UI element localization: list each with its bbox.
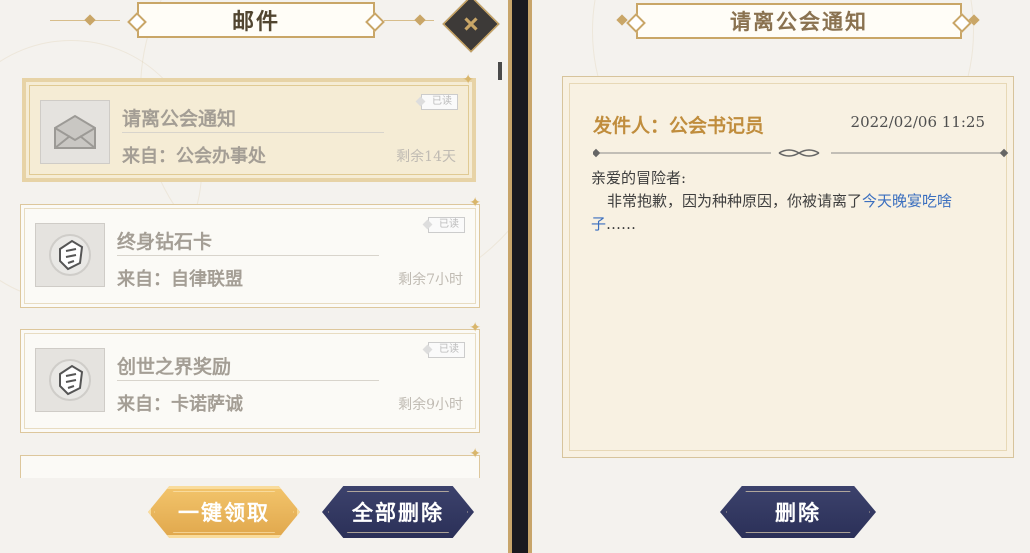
mail-item-divider [122,132,384,133]
mail-item-title: 创世之界奖励 [117,356,232,378]
mail-item-sender: 来自：卡诺萨诚 [117,394,243,415]
mail-list-panel: 邮件 ✦ 请离公会通知 来自：公会办事处 剩余14天 已读 ✦ 终身钻石卡 来自… [0,0,512,553]
read-badge: 已读 [428,217,465,233]
delete-label: 删除 [775,500,821,525]
mail-item-icon-box [40,100,110,164]
sparkle-icon: ✦ [469,446,481,462]
letter-date: 2022/02/06 11:25 [850,113,985,131]
title-deco-line-right [384,20,434,21]
letter-divider [593,148,1009,158]
mail-panel-title: 邮件 [137,2,375,38]
mail-item-remaining-time: 剩余14天 [396,149,456,165]
mail-item-remaining-time: 剩余9小时 [398,397,463,413]
mail-item-title: 请离公会通知 [122,108,237,130]
sparkle-icon: ✦ [469,320,481,336]
title-deco-diamond-left [616,14,628,26]
letter-paper: 发件人：公会书记员 2022/02/06 11:25 亲爱的冒险者: 非常抱歉，… [562,76,1014,458]
mail-detail-title: 请离公会通知 [636,3,962,39]
mail-item-icon-box [35,348,105,412]
delete-all-button[interactable]: 全部删除 [322,486,474,538]
mail-list-scrollbar[interactable] [498,62,502,80]
close-button[interactable] [442,0,500,53]
letter-sender: 发件人：公会书记员 [593,115,765,137]
mail-item-icon-box [35,223,105,287]
delete-all-label: 全部删除 [352,500,444,525]
mail-item[interactable]: ✦ 请离公会通知 来自：公会办事处 剩余14天 已读 [22,72,476,182]
letter-body-text: 非常抱歉，因为种种原因，你被请离了 [607,192,863,210]
delete-button[interactable]: 删除 [720,486,876,538]
mail-item[interactable]: ✦ 创世之界奖励 来自：卡诺萨诚 剩余9小时 已读 [20,320,481,433]
letter-body-ellipsis: …… [606,215,637,233]
claim-all-button[interactable]: 一键领取 [148,486,300,538]
mail-item-title: 终身钻石卡 [117,231,213,253]
crest-icon [49,359,91,401]
mail-item-remaining-time: 剩余7小时 [398,272,463,288]
read-badge: 已读 [428,342,465,358]
close-icon [464,17,478,31]
mail-item-divider [117,255,379,256]
mail-item-sender: 来自：公会办事处 [122,146,266,167]
title-deco-diamond-left [84,14,96,26]
sparkle-icon: ✦ [469,195,481,211]
envelope-icon [54,114,96,149]
read-badge: 已读 [421,94,458,110]
title-deco-diamond-right [414,14,426,26]
claim-all-label: 一键领取 [178,500,270,525]
crest-icon [49,234,91,276]
mail-item[interactable]: ✦ 终身钻石卡 来自：自律联盟 剩余7小时 已读 [20,195,481,308]
mail-item-sender: 来自：自律联盟 [117,269,243,290]
letter-body: 亲爱的冒险者: 非常抱歉，因为种种原因，你被请离了今天晚宴吃啥子…… [591,167,991,236]
mail-item-divider [117,380,379,381]
sparkle-icon: ✦ [462,72,474,88]
letter-greeting: 亲爱的冒险者: [591,169,687,187]
mail-detail-panel: 请离公会通知 发件人：公会书记员 2022/02/06 11:25 亲爱的冒险者… [528,0,1030,553]
